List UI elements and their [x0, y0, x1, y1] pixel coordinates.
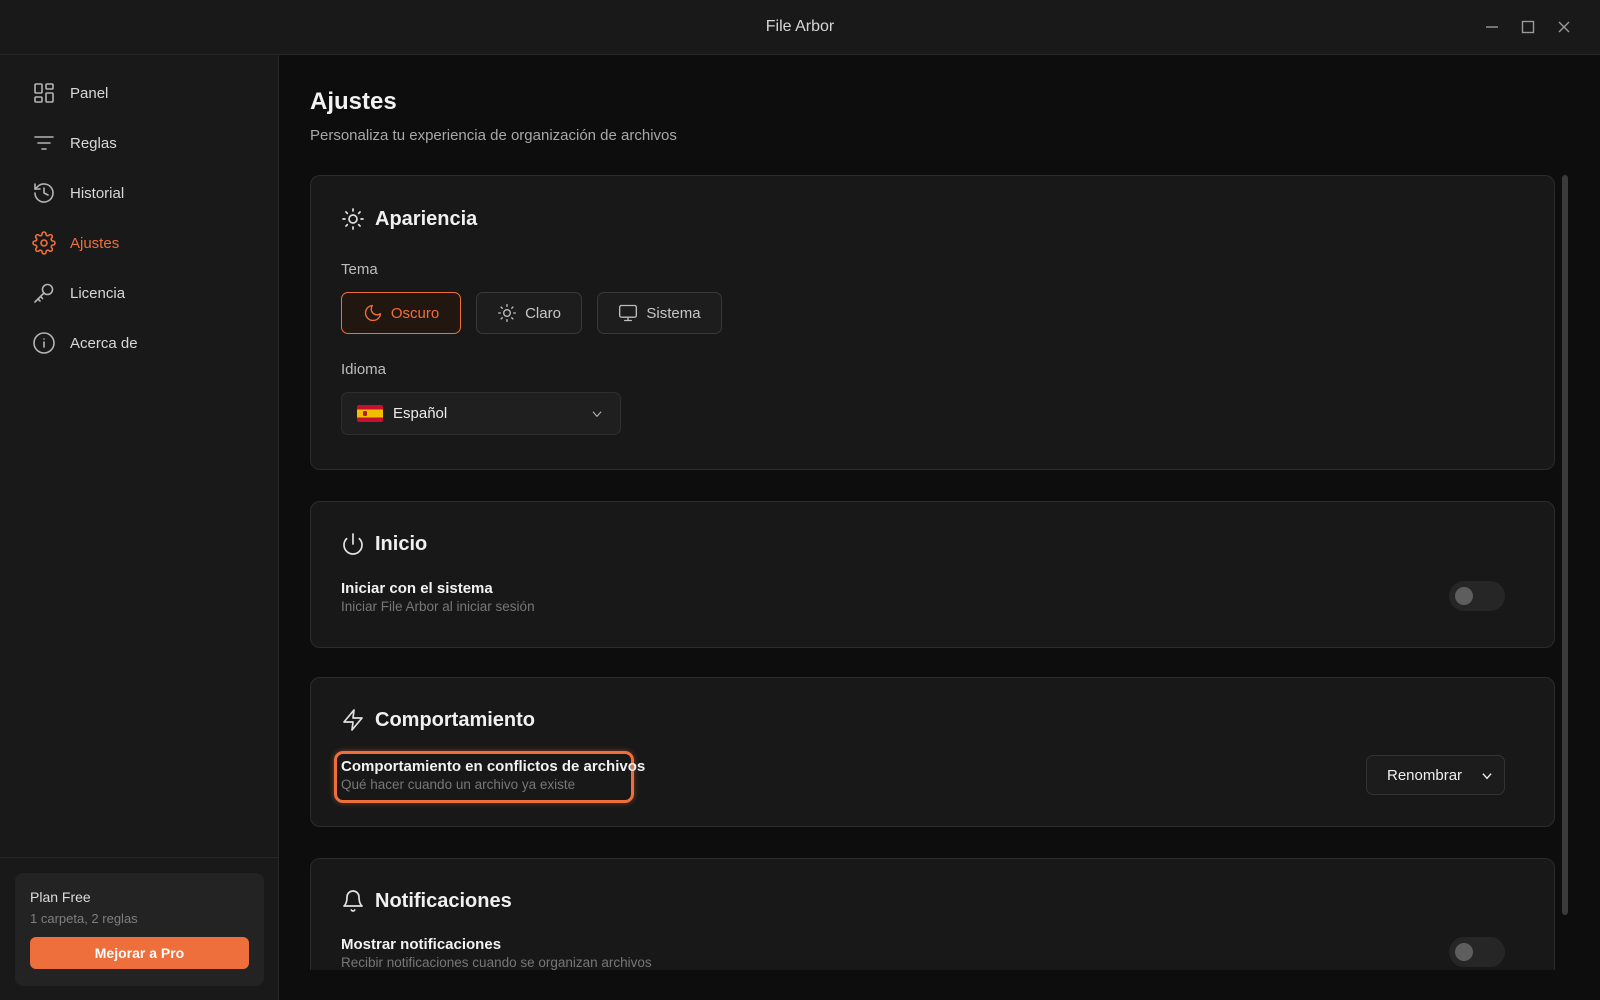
chevron-down-icon: [1482, 773, 1492, 780]
history-icon: [30, 179, 58, 207]
conflict-behavior-value: Renombrar: [1387, 766, 1463, 784]
theme-light-button[interactable]: Claro: [476, 292, 582, 334]
appearance-header: Apariencia: [341, 207, 477, 231]
page-title: Ajustes: [310, 88, 397, 115]
lightning-icon: [343, 709, 363, 731]
minimize-icon: [1486, 26, 1498, 28]
page-subtitle: Personaliza tu experiencia de organizaci…: [310, 127, 677, 144]
filter-icon: [30, 129, 58, 157]
key-icon: [30, 279, 58, 307]
startup-card: Inicio Iniciar con el sistema Iniciar Fi…: [310, 501, 1555, 648]
conflict-behavior-select[interactable]: Renombrar: [1366, 755, 1505, 795]
chevron-down-icon: [592, 411, 602, 418]
sidebar-item-history[interactable]: Historial: [18, 173, 262, 213]
sun-icon: [342, 208, 364, 230]
sidebar-item-label: Historial: [70, 184, 125, 202]
behavior-header: Comportamiento: [341, 708, 535, 732]
info-icon: [30, 329, 58, 357]
plan-title: Plan Free: [30, 889, 91, 905]
section-title: Notificaciones: [375, 889, 512, 912]
theme-label: Tema: [341, 261, 378, 278]
toggle-knob: [1455, 943, 1473, 961]
sidebar-item-label: Reglas: [70, 134, 117, 152]
theme-dark-button[interactable]: Oscuro: [341, 292, 461, 334]
sidebar-item-label: Acerca de: [70, 334, 138, 352]
spain-flag-icon: [357, 405, 383, 422]
show-notifications-desc: Recibir notificaciones cuando se organiz…: [341, 955, 652, 970]
language-select[interactable]: Español: [341, 392, 621, 435]
grid-icon: [30, 79, 58, 107]
appearance-card: Apariencia Tema Oscuro Claro Sistema Idi…: [310, 175, 1555, 470]
launch-at-startup-desc: Iniciar File Arbor al iniciar sesión: [341, 599, 535, 614]
theme-system-button[interactable]: Sistema: [597, 292, 722, 334]
theme-option-label: Sistema: [646, 304, 701, 322]
sidebar-item-settings[interactable]: Ajustes: [18, 223, 262, 263]
scrollbar-thumb[interactable]: [1562, 175, 1568, 915]
upgrade-button[interactable]: Mejorar a Pro: [30, 937, 249, 969]
maximize-button[interactable]: [1516, 15, 1540, 39]
section-title: Apariencia: [375, 207, 478, 230]
theme-option-label: Claro: [525, 304, 561, 322]
bell-icon: [343, 890, 363, 912]
sidebar-item-license[interactable]: Licencia: [18, 273, 262, 313]
sidebar-item-rules[interactable]: Reglas: [18, 123, 262, 163]
window-title: File Arbor: [765, 18, 835, 35]
language-label: Idioma: [341, 361, 387, 378]
sidebar-item-label: Licencia: [70, 284, 126, 302]
sidebar-item-panel[interactable]: Panel: [18, 73, 262, 113]
section-title: Inicio: [375, 532, 428, 555]
conflict-behavior-title: Comportamiento en conflictos de archivos: [341, 758, 646, 775]
behavior-card: Comportamiento Comportamiento en conflic…: [310, 677, 1555, 827]
sidebar-item-label: Ajustes: [70, 234, 120, 252]
minimize-button[interactable]: [1480, 15, 1504, 39]
sidebar: Panel Reglas Historial Ajustes Licencia …: [0, 55, 279, 1000]
show-notifications-toggle[interactable]: [1449, 937, 1505, 967]
close-icon: [1558, 21, 1570, 33]
power-icon: [343, 533, 363, 555]
sidebar-item-about[interactable]: Acerca de: [18, 323, 262, 363]
launch-at-startup-toggle[interactable]: [1449, 581, 1505, 611]
language-value: Español: [393, 405, 448, 422]
sidebar-divider: [0, 857, 279, 858]
sidebar-item-label: Panel: [70, 84, 109, 102]
close-button[interactable]: [1552, 15, 1576, 39]
title-bar: File Arbor: [0, 0, 1600, 55]
theme-option-label: Oscuro: [390, 304, 440, 322]
conflict-behavior-desc: Qué hacer cuando un archivo ya existe: [341, 777, 576, 792]
plan-card: Plan Free 1 carpeta, 2 reglas Mejorar a …: [15, 873, 264, 986]
gear-icon: [30, 229, 58, 257]
section-title: Comportamiento: [375, 708, 535, 731]
settings-page: Ajustes Personaliza tu experiencia de or…: [280, 55, 1600, 1000]
toggle-knob: [1455, 587, 1473, 605]
scroll-clip: [280, 970, 1600, 1000]
show-notifications-title: Mostrar notificaciones: [341, 936, 502, 953]
plan-limits: 1 carpeta, 2 reglas: [30, 911, 138, 926]
notifications-header: Notificaciones: [341, 889, 512, 913]
maximize-icon: [1521, 20, 1535, 34]
monitor-icon: [619, 304, 638, 322]
startup-header: Inicio: [341, 532, 427, 556]
moon-icon: [364, 304, 381, 322]
launch-at-startup-title: Iniciar con el sistema: [341, 580, 493, 597]
sun-icon: [498, 304, 517, 322]
